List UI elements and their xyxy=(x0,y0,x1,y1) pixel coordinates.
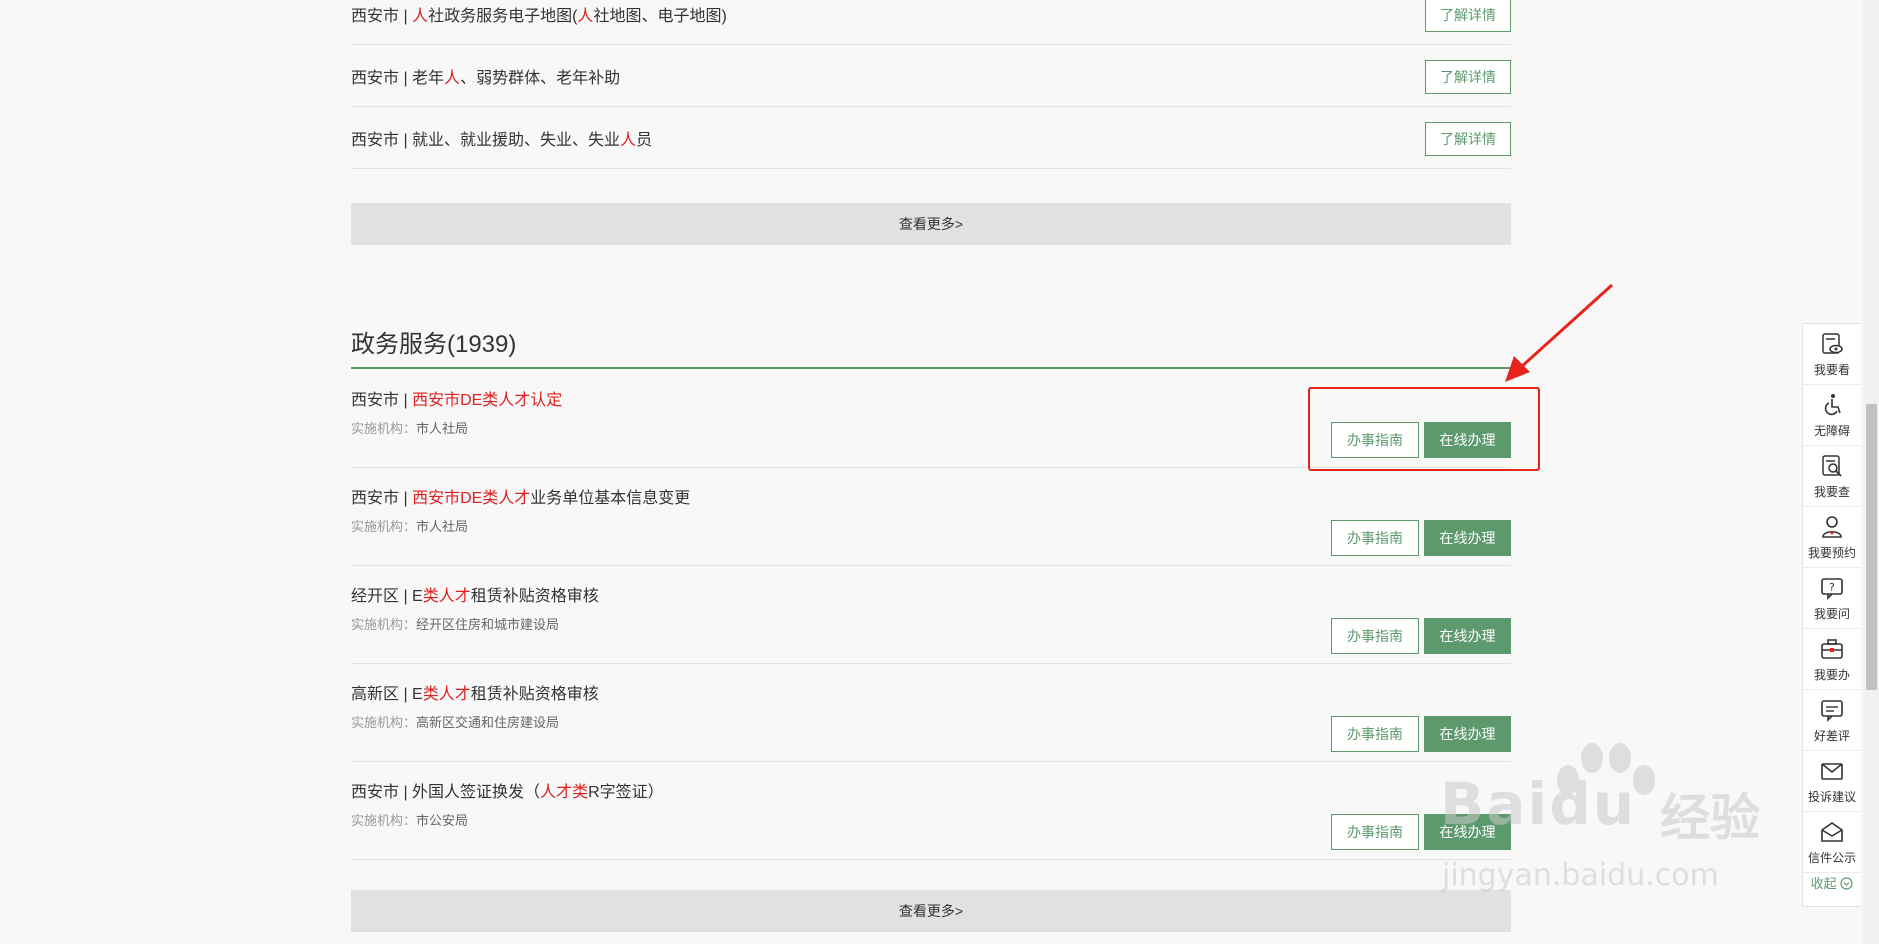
sidebar-item-9[interactable]: 信件公示 xyxy=(1803,812,1861,873)
sidebar-item-label: 我要预约 xyxy=(1807,546,1856,560)
watermark-cn: 经验 xyxy=(1660,789,1760,847)
wheelchair-icon xyxy=(1824,394,1841,416)
question-bubble-icon: ? xyxy=(1821,578,1843,600)
sidebar-item-2[interactable]: 无障碍 xyxy=(1803,385,1861,446)
sidebar-item-5[interactable]: ? 我要问 xyxy=(1803,568,1861,629)
watermark-url: jingyan.baidu.com xyxy=(1442,858,1719,893)
sidebar-item-7[interactable]: 好差评 xyxy=(1803,690,1861,751)
sidebar-item-1[interactable]: 我要看 xyxy=(1803,324,1861,385)
mail-icon xyxy=(1821,763,1843,780)
collapse-button[interactable]: 收起 xyxy=(1803,873,1861,892)
sidebar-item-label: 投诉建议 xyxy=(1807,790,1856,804)
sidebar-item-label: 我要办 xyxy=(1813,668,1850,682)
sidebar-item-label: 我要看 xyxy=(1813,363,1850,377)
sidebar-item-4[interactable]: 我要预约 xyxy=(1803,507,1861,568)
briefcase-icon xyxy=(1821,639,1843,659)
open-mail-icon xyxy=(1821,822,1843,842)
comment-icon xyxy=(1821,700,1843,722)
sidebar-item-label: 无障碍 xyxy=(1813,424,1850,438)
svg-text:?: ? xyxy=(1829,581,1835,594)
sidebar-item-label: 好差评 xyxy=(1813,729,1850,743)
search-doc-icon xyxy=(1822,455,1842,477)
right-tool-sidebar: 我要看 无障碍 我要查 我要预约? 我要问 我要办 好差评 投诉建议 信件公示 收起 xyxy=(1802,323,1861,907)
scrollbar-thumb[interactable] xyxy=(1866,404,1877,690)
sidebar-item-label: 我要查 xyxy=(1813,485,1850,499)
sidebar-item-label: 我要问 xyxy=(1813,607,1850,621)
watermark-brand: Baidu xyxy=(1440,770,1637,838)
sidebar-item-6[interactable]: 我要办 xyxy=(1803,629,1861,690)
person-icon xyxy=(1822,516,1842,538)
sidebar-item-label: 信件公示 xyxy=(1807,851,1856,865)
sidebar-item-8[interactable]: 投诉建议 xyxy=(1803,751,1861,812)
collapse-label: 收起 xyxy=(1810,876,1837,891)
chevron-down-circle-icon xyxy=(1840,877,1853,890)
eye-doc-icon xyxy=(1822,333,1843,354)
sidebar-item-3[interactable]: 我要查 xyxy=(1803,446,1861,507)
baidu-watermark: Baidu 经验 jingyan.baidu.com xyxy=(1430,730,1790,900)
